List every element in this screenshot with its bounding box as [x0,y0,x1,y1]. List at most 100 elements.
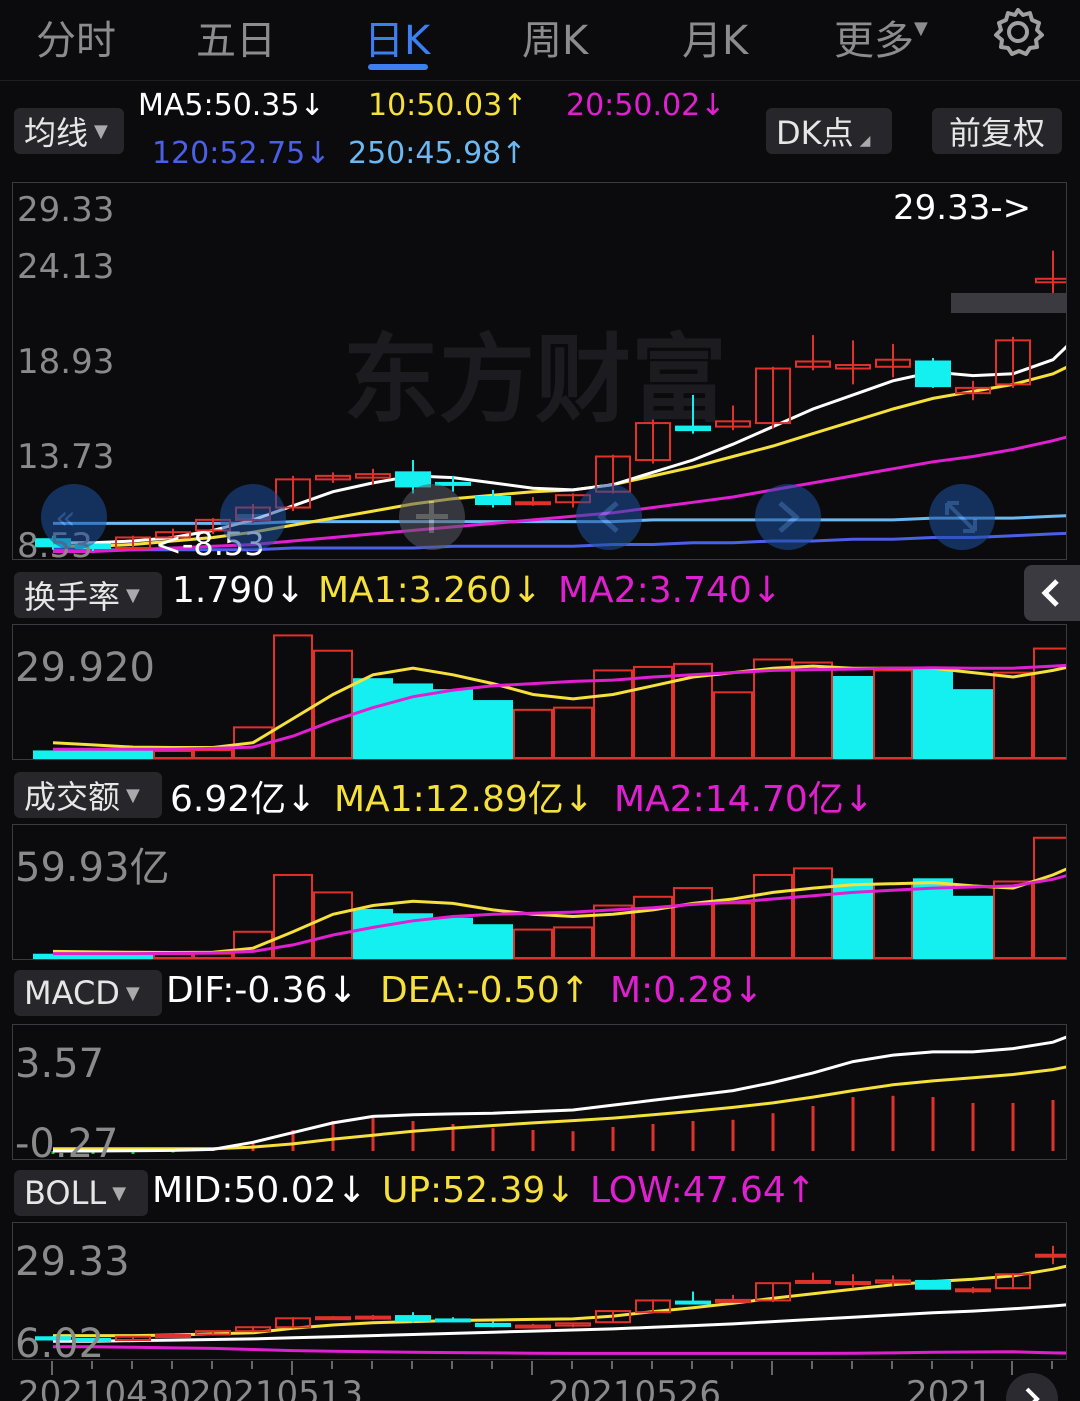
macd-bottom-tick: -0.27 [15,1121,119,1159]
amount-selector-label: 成交额 [24,778,121,816]
active-tab-indicator [368,64,428,70]
boll-low: LOW:47.64↑ [590,1170,816,1211]
ma10-legend: 10:50.03↑ [368,88,528,123]
amount-bar [553,926,593,959]
caret-down-icon: ▼ [126,584,140,606]
candle-body [435,481,471,486]
turnover-bar [33,750,73,759]
macd-dea-line [53,1065,1066,1151]
boll-selector-label: BOLL [24,1174,107,1212]
boll-candle-body [515,1324,551,1329]
turnover-selector-label: 换手率 [24,578,121,616]
turnover-bar [513,708,553,759]
amount-bar [993,880,1033,959]
candle-body [1035,277,1066,284]
corner-triangle-icon: ◢ [859,133,871,149]
ma120-legend: 120:52.75↓ [152,136,331,171]
turnover-max-tick: 29.920 [15,645,155,691]
rewind-button[interactable]: « [41,484,107,550]
amount-bar [73,953,113,959]
step-left-button[interactable] [576,484,642,550]
ma-selector-label: 均线 [24,114,89,152]
macd-panel[interactable]: 3.57 -0.27 [12,1024,1067,1160]
gear-icon[interactable] [990,4,1046,60]
turnover-bar [153,749,193,759]
amount-bar [873,882,913,959]
boll-candle-body [435,1318,471,1323]
price-tick-3: 18.93 [17,342,114,382]
caret-down-icon: ▼ [112,1182,127,1204]
turnover-indicator-selector[interactable]: 换手率 ▼ [14,572,162,618]
turnover-bar [713,691,753,759]
date-label-4: 2021 [906,1374,993,1401]
forward-adjust-button[interactable]: 前复权 [932,108,1062,154]
macd-indicator-selector[interactable]: MACD ▼ [14,970,162,1016]
boll-low-line [53,1345,1066,1355]
boll-candle-body [395,1315,431,1322]
turnover-bar [73,750,113,759]
price-tick-4: 13.73 [17,437,114,477]
boll-candle-body [955,1288,991,1293]
turnover-bar [753,658,793,759]
date-axis: 20210430 20210513 20210526 2021 [18,1361,1058,1401]
zoom-out-button[interactable] [220,484,286,550]
tab-more-label: 更多 [834,18,914,64]
zoom-in-button[interactable] [399,484,465,550]
amount-bar [33,953,73,959]
amount-bar [1033,836,1066,959]
amount-bar [473,924,513,959]
dk-point-label: DK点 [776,114,854,152]
boll-panel[interactable]: 29.33 6.02 [12,1222,1067,1360]
amount-bar [753,873,793,959]
amount-bar [673,887,713,959]
tab-five-day[interactable]: 五日 [196,8,276,66]
amount-bar [913,878,953,959]
ma-indicator-selector[interactable]: 均线 ▼ [14,108,124,154]
tab-more[interactable]: 更多▼ [834,8,928,66]
high-price-marker: 29.33-> [893,188,1031,228]
amount-ma2: MA2:14.70亿↓ [614,779,874,820]
turnover-value: 1.790↓ [172,570,306,611]
scroll-right-button[interactable] [1006,1373,1058,1401]
candle-body [395,471,431,488]
dk-point-button[interactable]: DK点 ◢ [766,108,892,154]
step-right-button[interactable] [755,484,821,550]
macd-dif: DIF:-0.36↓ [166,970,358,1011]
date-label-1: 20210430 [18,1374,191,1401]
turnover-bar [553,706,593,759]
tab-weekly-k[interactable]: 周K [522,8,588,66]
amount-panel[interactable]: 59.93亿 [12,824,1067,960]
candle-body [675,425,711,432]
boll-candle-body [675,1300,711,1305]
candle-body [515,501,551,506]
amount-bar [513,928,553,959]
boll-candle-body [315,1316,351,1321]
candle-body [475,495,511,506]
amount-bar [433,917,473,959]
amount-ma1: MA1:12.89亿↓ [334,779,594,820]
boll-chart: 29.33 6.02 [15,1239,1066,1359]
price-cursor-bar [951,293,1066,313]
tab-intraday[interactable]: 分时 [36,8,116,66]
turnover-bar [313,649,353,759]
amount-bar [953,895,993,959]
ma250-legend: 250:45.98↑ [348,136,527,171]
side-panel-toggle[interactable] [1024,565,1080,621]
kline-chart[interactable]: 东方财富 29.33 24.13 18.93 13.73 8.53 29.33-… [13,183,1066,559]
tab-daily-k[interactable]: 日K [364,8,430,66]
chevron-left-icon [1041,579,1059,607]
tab-monthly-k[interactable]: 月K [682,8,748,66]
fullscreen-button[interactable] [929,484,995,550]
turnover-bar [833,676,873,759]
turnover-panel[interactable]: 29.920 [12,624,1067,760]
amount-indicator-selector[interactable]: 成交额 ▼ [14,772,162,818]
price-tick-max: 29.33 [17,190,114,230]
price-tick-2: 24.13 [17,247,114,287]
turnover-chart: 29.920 [15,634,1066,759]
macd-m: M:0.28↓ [610,970,764,1011]
kline-panel[interactable]: 东方财富 29.33 24.13 18.93 13.73 8.53 29.33-… [12,182,1067,560]
turnover-bar [633,665,673,759]
boll-indicator-selector[interactable]: BOLL ▼ [14,1170,148,1216]
caret-down-icon: ▼ [94,120,108,142]
boll-bottom-tick: 6.02 [15,1321,104,1359]
